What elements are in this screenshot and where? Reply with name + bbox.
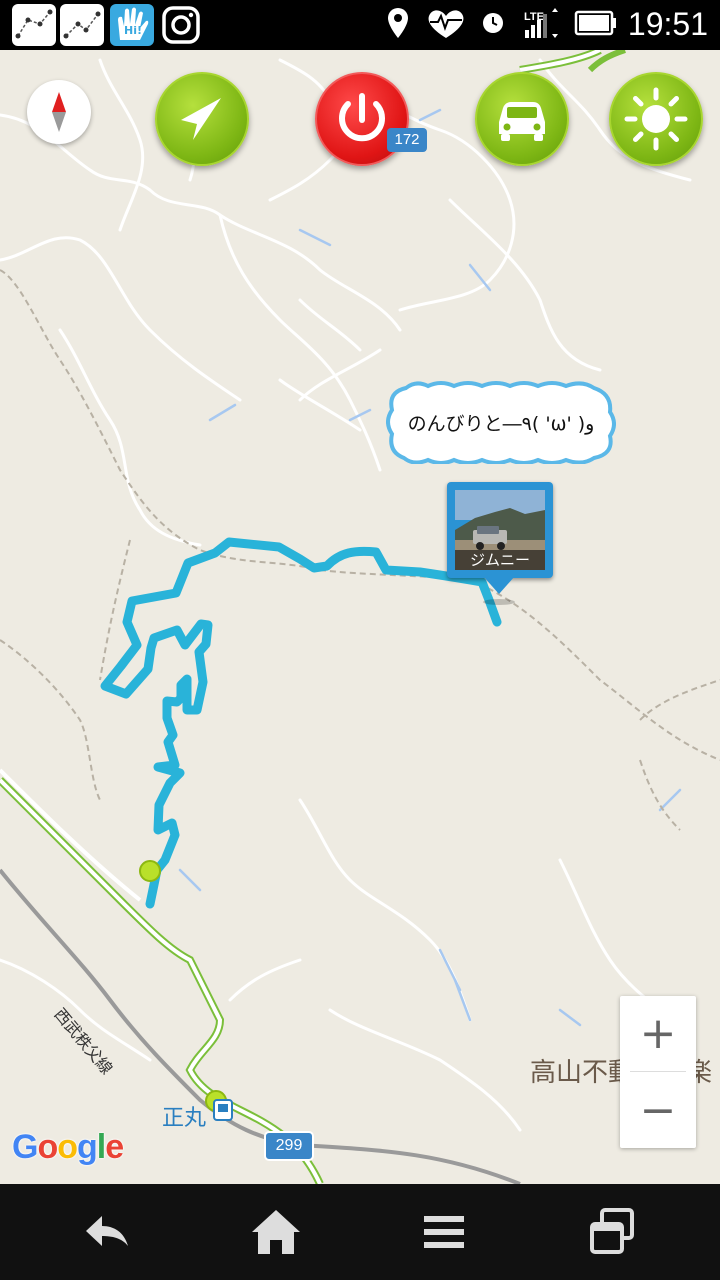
location-pin-icon <box>388 8 408 38</box>
constellation-icon <box>12 4 56 46</box>
battery-icon <box>574 10 616 36</box>
brightness-button[interactable] <box>609 72 703 166</box>
zoom-in-button[interactable]: + <box>620 996 696 1071</box>
clock: 19:51 <box>627 6 708 42</box>
compass-icon <box>52 92 66 132</box>
car-button[interactable] <box>475 72 569 166</box>
navigation-bar <box>0 1184 720 1280</box>
road-shield: 299 <box>264 1131 314 1161</box>
photo-marker[interactable]: ジムニー <box>447 482 553 605</box>
zoom-controls: + − <box>620 996 696 1148</box>
menu-button[interactable] <box>414 1202 474 1262</box>
signal-icon: LTE <box>524 8 558 38</box>
zoom-divider <box>630 1071 686 1072</box>
home-icon <box>252 1210 300 1254</box>
instagram-icon <box>158 4 202 46</box>
sun-icon <box>624 87 688 151</box>
hi-app-icon: Hi! <box>110 4 154 46</box>
heart-monitor-icon <box>428 10 464 38</box>
alarm-clock-icon <box>483 13 503 33</box>
speech-bubble[interactable]: のんびりと―٩( 'ω' )و <box>386 380 616 464</box>
recent-apps-icon <box>590 1208 634 1254</box>
compass-button[interactable] <box>27 80 91 144</box>
zoom-out-button[interactable]: − <box>620 1073 696 1148</box>
navigate-button[interactable] <box>155 72 249 166</box>
back-icon <box>86 1216 128 1246</box>
train-station-icon <box>213 1099 233 1121</box>
home-button[interactable] <box>246 1202 306 1262</box>
status-bar: Hi! LTE 19:51 <box>0 0 720 50</box>
map-canvas <box>0 50 720 1184</box>
photo-marker-label: ジムニー <box>455 550 545 570</box>
google-logo: Google <box>12 1128 124 1166</box>
svg-text:Hi!: Hi! <box>124 24 142 37</box>
road-shield: 172 <box>387 128 427 152</box>
recent-apps-button[interactable] <box>582 1202 642 1262</box>
menu-icon <box>424 1216 464 1248</box>
constellation-icon <box>60 4 104 46</box>
speech-bubble-text: のんびりと―٩( 'ω' )و <box>407 412 595 435</box>
station-label: 正丸 <box>162 1106 207 1131</box>
car-icon <box>499 102 545 141</box>
back-button[interactable] <box>78 1202 138 1262</box>
route-start-marker <box>139 860 161 882</box>
navigation-arrow-icon <box>181 98 221 140</box>
map-view[interactable]: 172 299 のんびりと―٩( 'ω' )و ジムニー 高山 <box>0 50 720 1184</box>
